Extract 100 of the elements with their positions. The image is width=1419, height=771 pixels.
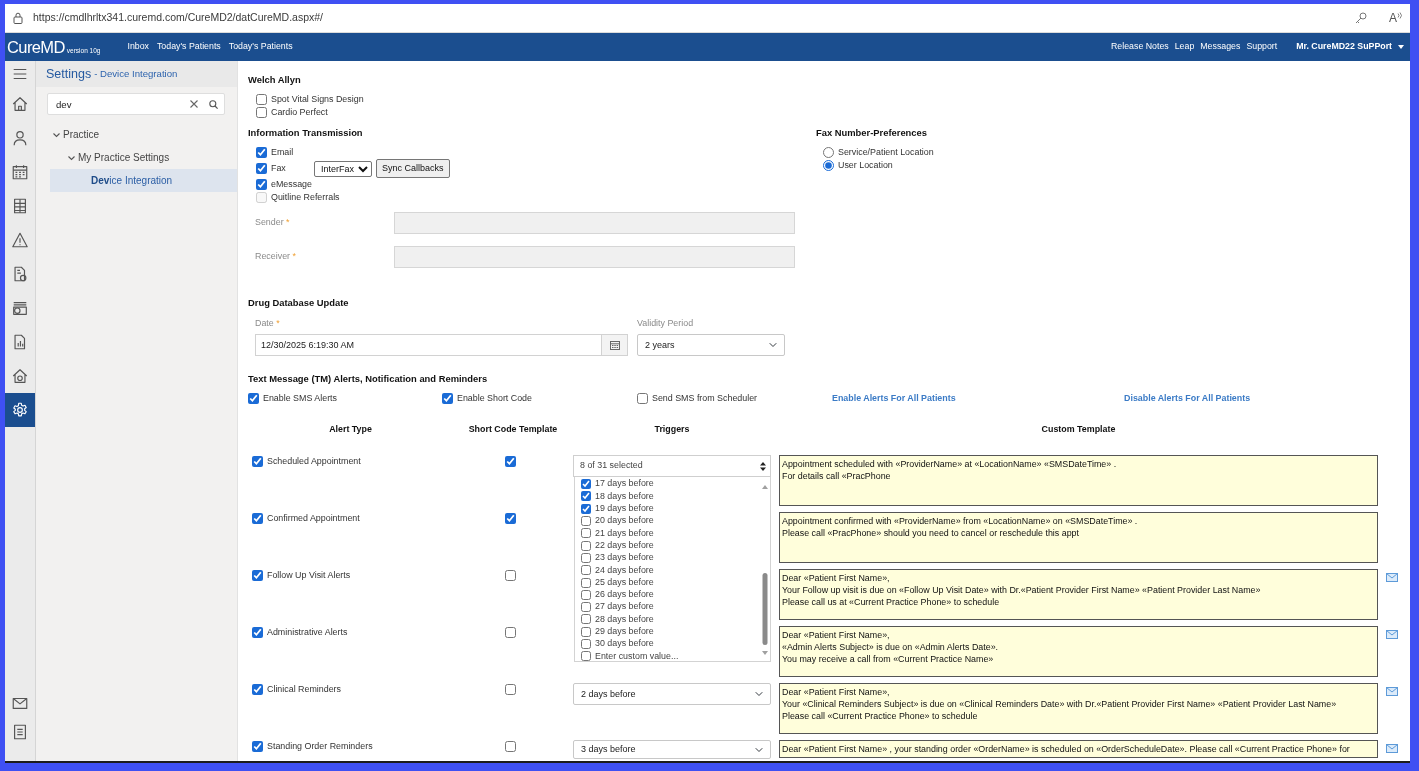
radio-button[interactable] (823, 160, 834, 171)
option-label[interactable]: 26 days before (595, 588, 654, 602)
checkbox[interactable] (252, 741, 263, 752)
field-label: Date * (255, 317, 281, 329)
multiselect-dropdown[interactable]: 8 of 31 selected (573, 455, 771, 477)
checkbox-label: Send SMS from Scheduler (652, 391, 758, 405)
checkbox[interactable] (581, 491, 591, 502)
option-label[interactable]: 24 days before (595, 563, 654, 577)
option-label[interactable]: 19 days before (595, 502, 654, 516)
checkbox[interactable] (637, 393, 648, 404)
validity-dropdown[interactable]: 2 years (637, 334, 785, 356)
panel-subtitle: - Device Integration (94, 66, 178, 81)
provider-dropdown[interactable]: InterFax (314, 160, 372, 177)
checkbox[interactable] (581, 565, 591, 576)
key-icon[interactable] (1355, 12, 1367, 24)
checkbox[interactable] (581, 552, 591, 563)
mail-icon[interactable] (1386, 744, 1398, 754)
mail-icon[interactable] (1386, 573, 1398, 583)
address-bar-url[interactable]: https://cmdlhrltx341.curemd.com/CureMD2/datCureMD.aspx#/ (33, 10, 324, 26)
checkbox[interactable] (581, 540, 591, 551)
template-textarea[interactable]: Dear «Patient First Name», Your «Clinical Reminders Subject» is due on «Clinical Reminders Date» with Dr.«Patient Provider First Name» «Patient Provider Last Name» Please call «Current Practice Phone» to schedule (779, 683, 1378, 734)
nav-link[interactable]: Today's Patients (156, 40, 221, 54)
nav-link[interactable]: Support (1246, 40, 1278, 54)
checkbox[interactable] (581, 516, 591, 527)
user-menu[interactable]: Mr. CureMD22 SuPPort (1296, 40, 1404, 54)
checkbox[interactable] (581, 626, 591, 637)
link[interactable]: Enable Alerts For All Patients (832, 392, 956, 403)
checkbox[interactable] (256, 107, 267, 118)
nav-link[interactable]: Today's Patients (228, 40, 293, 54)
checkbox[interactable] (581, 577, 591, 588)
link[interactable]: Disable Alerts For All Patients (1124, 392, 1251, 403)
search-icon[interactable] (209, 99, 218, 109)
checkbox[interactable] (581, 614, 591, 625)
checkbox-label: Fax (271, 161, 287, 175)
option-label[interactable]: 25 days before (595, 575, 654, 590)
nav-link[interactable]: Inbox (127, 40, 149, 54)
read-aloud-button[interactable]: A (1389, 12, 1402, 24)
template-textarea[interactable]: Dear «Patient First Name» , your standing order «OrderName» is scheduled on «OrderScheduleDate». Please call «Current Practice Phone» for (779, 740, 1378, 758)
sidebar-button[interactable] (5, 393, 35, 427)
checkbox[interactable] (256, 147, 267, 158)
checkbox[interactable] (504, 741, 516, 752)
mail-icon[interactable] (1386, 630, 1398, 640)
nav-link[interactable]: Release Notes (1111, 40, 1169, 54)
mail-icon[interactable] (1386, 687, 1398, 697)
section-title: Information Transmission (248, 126, 364, 139)
checkbox[interactable] (581, 528, 591, 539)
option-label[interactable]: 20 days before (595, 514, 654, 528)
trigger-dropdown[interactable]: 3 days before (573, 740, 771, 759)
search-input[interactable]: dev (56, 95, 186, 113)
option-label[interactable]: 28 days before (595, 612, 654, 627)
checkbox[interactable] (442, 393, 453, 404)
sync-callbacks-button[interactable]: Sync Callbacks (376, 159, 450, 178)
checkbox[interactable] (252, 456, 263, 467)
checkbox[interactable] (248, 393, 259, 404)
option-label[interactable]: 22 days before (595, 538, 654, 553)
checkbox[interactable] (256, 179, 267, 190)
checkbox[interactable] (581, 479, 591, 490)
checkbox[interactable] (581, 639, 591, 649)
option-label[interactable]: 30 days before (595, 637, 654, 651)
section-title: Text Message (TM) Alerts, Notification and Reminders (248, 372, 489, 385)
checkbox[interactable] (252, 513, 263, 524)
option-label[interactable]: 18 days before (595, 489, 654, 504)
template-textarea[interactable]: Appointment confirmed with «ProviderName» from «LocationName» on «SMSDateTime» . Please call «PracPhone» should you need to cancel or reschedule this appt (779, 512, 1378, 563)
checkbox[interactable] (581, 589, 591, 600)
checkbox-label: Cardio Perfect (271, 105, 328, 119)
checkbox[interactable] (581, 651, 591, 662)
checkbox[interactable] (581, 503, 591, 514)
checkbox[interactable] (256, 94, 267, 105)
tree-item[interactable]: Practice (50, 123, 237, 146)
checkbox[interactable] (504, 513, 516, 524)
option-label[interactable]: 29 days before (595, 625, 654, 639)
date-field[interactable]: 12/30/2025 6:19:30 AM (255, 334, 601, 356)
checkbox[interactable] (504, 627, 516, 638)
sound-waves-icon (1397, 12, 1402, 19)
template-textarea[interactable]: Dear «Patient First Name», Your Follow up visit is due on «Follow Up Visit Date» with Dr.«Patient Provider First Name» «Patient Provider Last Name» Please call us at «Current Practice Phone» to schedule (779, 569, 1378, 620)
checkbox[interactable] (504, 456, 516, 467)
option-label[interactable]: Enter custom value... (595, 649, 679, 663)
column-header: Custom Template (1040, 423, 1117, 436)
search-field[interactable]: dev (47, 93, 225, 115)
option-label[interactable]: 17 days before (595, 477, 654, 491)
checkbox[interactable] (256, 163, 267, 174)
checkbox[interactable] (504, 684, 516, 695)
option-label[interactable]: 21 days before (595, 526, 654, 540)
checkbox[interactable] (581, 602, 591, 613)
radio-button[interactable] (823, 147, 834, 158)
checkbox[interactable] (504, 570, 516, 581)
tree-item[interactable]: Device Integration (50, 169, 237, 192)
template-textarea[interactable]: Dear «Patient First Name», «Admin Alerts Subject» is due on «Admin Alerts Date». You may receive a call from «Current Practice Name» (779, 626, 1378, 677)
checkbox[interactable] (252, 684, 263, 695)
calendar-button[interactable] (601, 334, 628, 356)
nav-link[interactable]: Messages (1200, 40, 1241, 54)
tree-item[interactable]: My Practice Settings (50, 146, 237, 169)
option-label[interactable]: 23 days before (595, 551, 654, 565)
option-label[interactable]: 27 days before (595, 600, 654, 614)
checkbox[interactable] (252, 627, 263, 638)
trigger-dropdown[interactable]: 2 days before (573, 683, 771, 705)
close-icon[interactable] (190, 100, 198, 108)
checkbox[interactable] (252, 570, 263, 581)
nav-link[interactable]: Leap (1174, 40, 1195, 54)
template-textarea[interactable]: Appointment scheduled with «ProviderName» at «LocationName» «SMSDateTime» . For details call «PracPhone (779, 455, 1378, 506)
